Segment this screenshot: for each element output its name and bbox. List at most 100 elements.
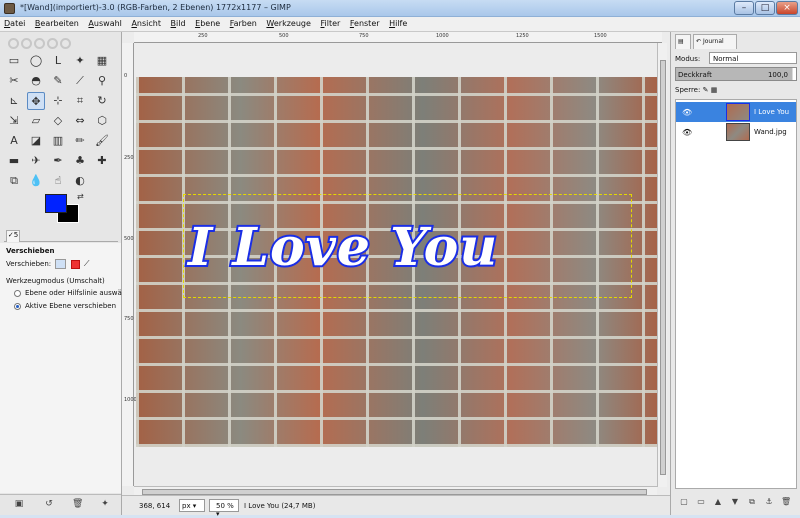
menu-bild[interactable]: Bild (167, 17, 189, 28)
align-tool-icon[interactable]: ⊹ (49, 92, 67, 110)
perspective-clone-tool-icon[interactable]: ⧉ (5, 172, 23, 190)
radio-move-active-button[interactable] (14, 302, 21, 310)
clone-tool-icon[interactable]: ♣ (71, 152, 89, 170)
foreground-select-tool-icon[interactable]: ◓ (27, 72, 45, 90)
wilber-logo (8, 38, 78, 50)
layer-row-image[interactable]: 👁 Wand.jpg (676, 122, 796, 142)
tool-options-tabs: ✓5 (4, 230, 118, 242)
paths-tool-icon[interactable]: ✎ (49, 72, 67, 90)
rect-select-tool-icon[interactable]: ▭ (5, 52, 23, 70)
layer-info: I Love You (24,7 MB) (244, 502, 316, 510)
ruler-tick: 1000 (436, 33, 449, 39)
maximize-button[interactable]: □ (755, 1, 775, 15)
new-layer-icon[interactable]: ▢ (679, 497, 689, 507)
image-window: 250 500 750 1000 1250 1500 0 250 500 750… (122, 32, 670, 518)
tool-options-panel: Verschieben Verschieben: ⟋ Werkzeugmodus… (0, 243, 137, 493)
blend-tool-icon[interactable]: ▥ (49, 132, 67, 150)
horizontal-ruler[interactable]: 250 500 750 1000 1250 1500 (134, 32, 662, 43)
eraser-tool-icon[interactable]: ▬ (5, 152, 23, 170)
opacity-slider[interactable]: Deckkraft 100,0 (675, 67, 797, 81)
fuzzy-select-tool-icon[interactable]: ✦ (71, 52, 89, 70)
foreground-color-swatch[interactable] (45, 194, 67, 213)
color-select-tool-icon[interactable]: ▦ (93, 52, 111, 70)
menu-datei[interactable]: Datei (0, 17, 28, 28)
free-select-tool-icon[interactable]: ᒪ (49, 52, 67, 70)
zoom-select[interactable]: 50 % ▾ (209, 499, 239, 518)
visibility-eye-icon[interactable]: 👁 (682, 128, 692, 137)
airbrush-tool-icon[interactable]: ✈ (27, 152, 45, 170)
heal-tool-icon[interactable]: ✚ (93, 152, 111, 170)
menu-ansicht[interactable]: Ansicht (127, 17, 164, 28)
journal-icon: ↶ (696, 38, 703, 45)
bucket-fill-tool-icon[interactable]: ◪ (27, 132, 45, 150)
color-picker-tool-icon[interactable]: ⟋ (71, 72, 89, 90)
shear-tool-icon[interactable]: ▱ (27, 112, 45, 130)
ink-tool-icon[interactable]: ✒ (49, 152, 67, 170)
radio-pick-layer-button[interactable] (14, 289, 21, 297)
tab-tool-options[interactable]: ✓5 (6, 230, 20, 242)
vertical-scroll-thumb[interactable] (660, 60, 666, 475)
rotate-tool-icon[interactable]: ↻ (93, 92, 111, 110)
zoom-tool-icon[interactable]: ⚲ (93, 72, 111, 90)
perspective-tool-icon[interactable]: ◇ (49, 112, 67, 130)
menu-ebene[interactable]: Ebene (191, 17, 223, 28)
image-canvas[interactable]: I Love You (136, 77, 657, 447)
move-selection-icon[interactable] (70, 259, 80, 269)
menu-fenster[interactable]: Fenster (346, 17, 383, 28)
pencil-tool-icon[interactable]: ✏ (71, 132, 89, 150)
layer-row-text[interactable]: 👁 I Love You (676, 102, 796, 122)
menu-werkzeuge[interactable]: Werkzeuge (262, 17, 314, 28)
new-group-icon[interactable]: ▭ (696, 497, 706, 507)
menu-bearbeiten[interactable]: Bearbeiten (31, 17, 82, 28)
layers-dock: ▤ ↶ Journal Modus: Normal Deckkraft 100,… (670, 32, 800, 515)
menu-auswahl[interactable]: Auswahl (84, 17, 124, 28)
scissors-tool-icon[interactable]: ✂ (5, 72, 23, 90)
text-tool-icon[interactable]: A (5, 132, 23, 150)
cage-transform-tool-icon[interactable]: ⬡ (93, 112, 111, 130)
swap-colors-icon[interactable]: ⇄ (77, 192, 84, 201)
blur-tool-icon[interactable]: 💧 (27, 172, 45, 190)
radio-pick-layer[interactable]: Ebene oder Hilfslinie auswählen (14, 289, 137, 297)
mode-select[interactable]: Normal (709, 52, 797, 64)
unit-select[interactable]: px ▾ (179, 499, 205, 512)
smudge-tool-icon[interactable]: ☝ (49, 172, 67, 190)
menu-hilfe[interactable]: Hilfe (385, 17, 410, 28)
delete-layer-icon[interactable]: 🗑 (781, 497, 791, 507)
lock-pixels-icon[interactable]: ✎ (703, 86, 709, 94)
dodge-burn-tool-icon[interactable]: ◐ (71, 172, 89, 190)
canvas-text-layer[interactable]: I Love You (186, 215, 499, 280)
tool-mode-label: Werkzeugmodus (Umschalt) (6, 277, 105, 285)
tab-journal[interactable]: ↶ Journal (693, 34, 737, 49)
lower-layer-icon[interactable]: ▼ (730, 497, 740, 507)
lock-label: Sperre: (675, 86, 701, 94)
vertical-ruler[interactable]: 0 250 500 750 1000 (122, 43, 137, 486)
opacity-label: Deckkraft (678, 71, 712, 79)
opacity-value[interactable]: 100,0 (768, 71, 788, 79)
paintbrush-tool-icon[interactable]: 🖌 (93, 132, 111, 150)
lock-alpha-icon[interactable]: ▦ (711, 86, 718, 94)
ellipse-select-tool-icon[interactable]: ◯ (27, 52, 45, 70)
close-button[interactable]: × (776, 1, 798, 15)
delete-icon[interactable]: 🗑 (72, 499, 83, 509)
radio-move-active[interactable]: Aktive Ebene verschieben (14, 302, 116, 310)
move-tool-icon[interactable]: ✥ (27, 92, 45, 110)
minimize-button[interactable]: – (734, 1, 754, 15)
vertical-scrollbar[interactable] (657, 43, 667, 487)
reset-icon[interactable]: ✦ (100, 499, 110, 509)
visibility-eye-icon[interactable]: 👁 (682, 108, 692, 117)
layer-name: I Love You (754, 108, 790, 116)
move-layer-icon[interactable] (55, 259, 67, 269)
measure-tool-icon[interactable]: ⊾ (5, 92, 23, 110)
duplicate-layer-icon[interactable]: ⧉ (747, 497, 757, 507)
crop-tool-icon[interactable]: ⌗ (71, 92, 89, 110)
move-path-icon[interactable]: ⟋ (84, 259, 95, 269)
anchor-layer-icon[interactable]: ⚓ (764, 497, 774, 507)
menu-filter[interactable]: Filter (316, 17, 343, 28)
raise-layer-icon[interactable]: ▲ (713, 497, 723, 507)
save-icon[interactable]: ▣ (14, 499, 24, 509)
tab-layers[interactable]: ▤ (675, 34, 691, 49)
scale-tool-icon[interactable]: ⇲ (5, 112, 23, 130)
flip-tool-icon[interactable]: ⇔ (71, 112, 89, 130)
restore-icon[interactable]: ↺ (44, 499, 54, 509)
menu-farben[interactable]: Farben (226, 17, 260, 28)
